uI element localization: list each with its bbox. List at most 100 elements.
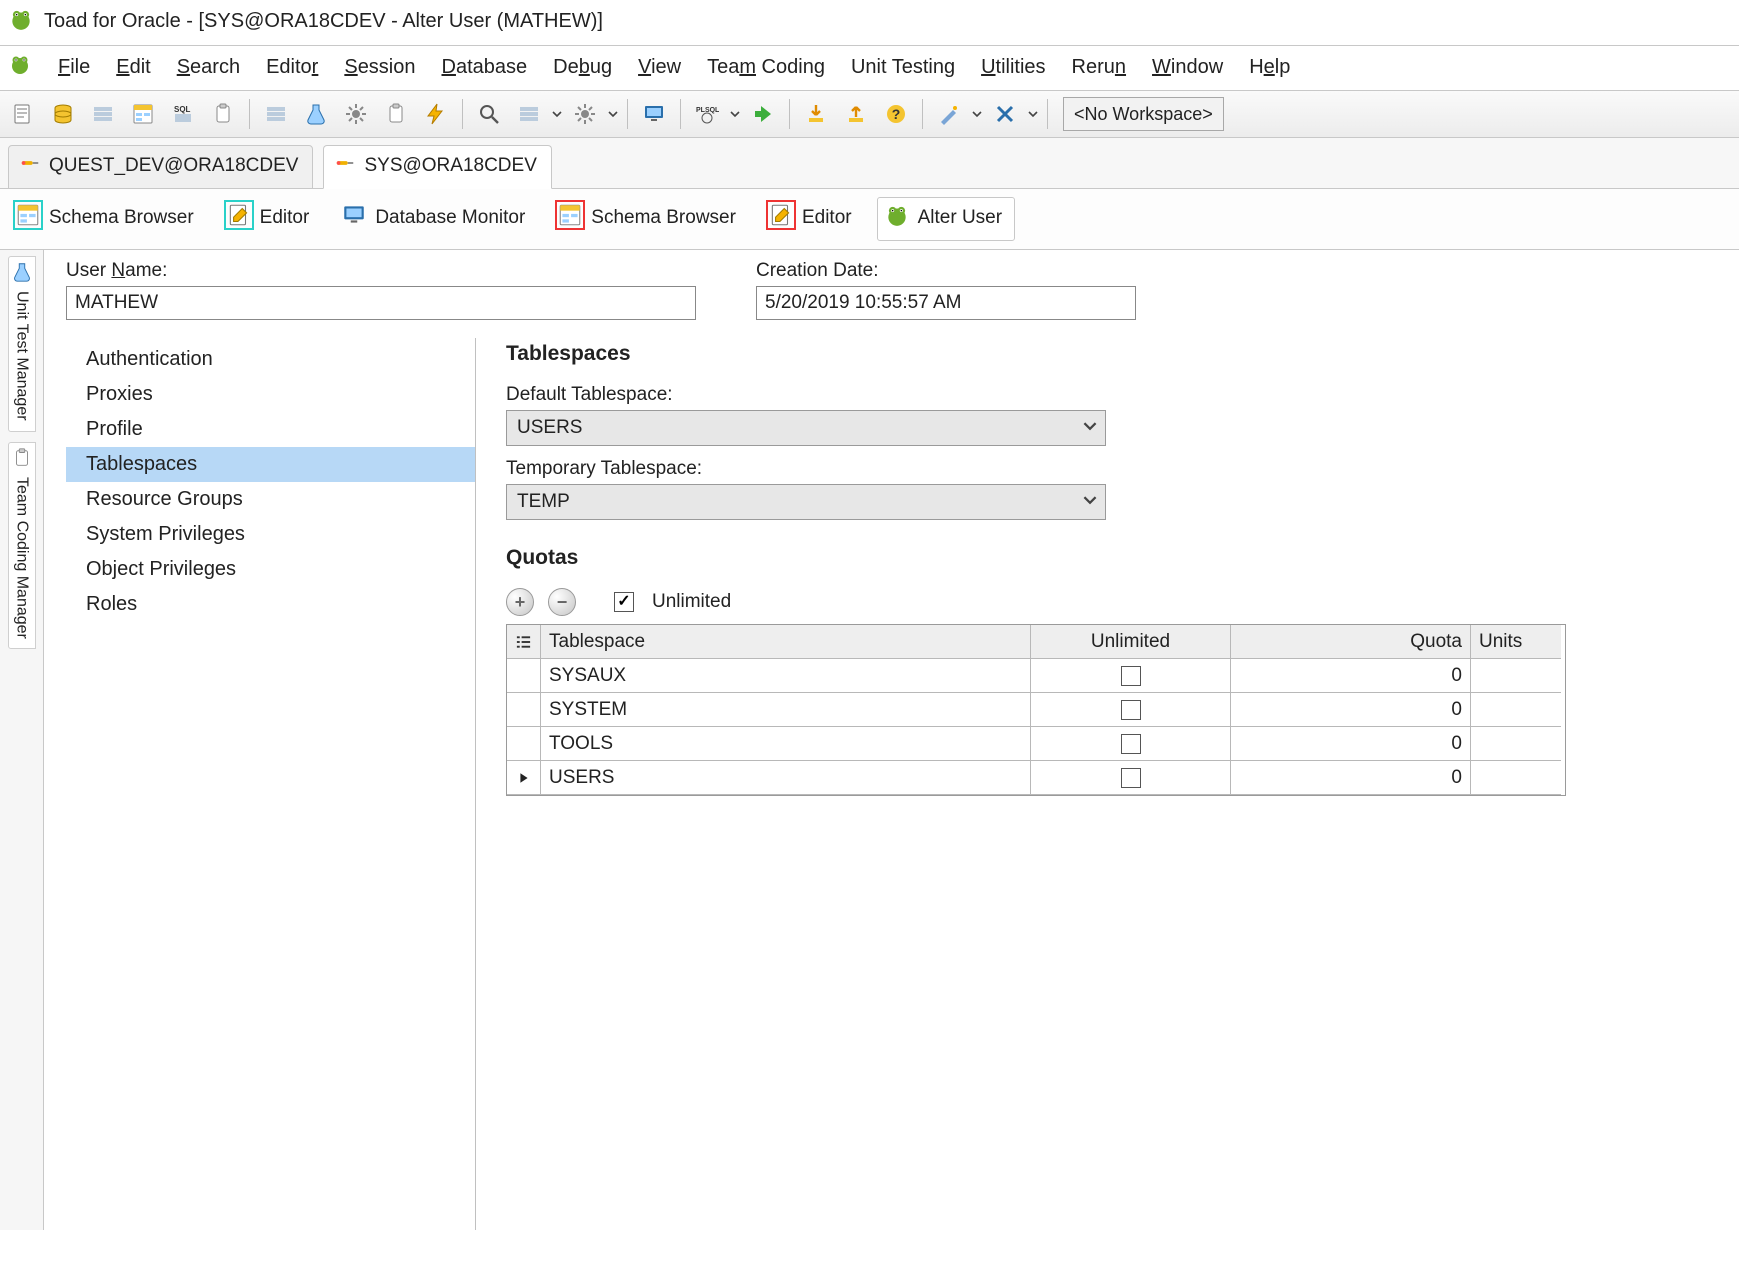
cell-quota[interactable]: 0 xyxy=(1231,727,1471,761)
toolbar-btn-sql[interactable]: SQL xyxy=(166,97,200,131)
menu-session[interactable]: Session xyxy=(344,56,415,79)
toolbar-btn-upload[interactable] xyxy=(839,97,873,131)
toolbar-btn-3[interactable] xyxy=(86,97,120,131)
tab-alter-user[interactable]: Alter User xyxy=(877,197,1015,241)
menu-file[interactable]: File xyxy=(58,56,90,79)
col-quota[interactable]: Quota xyxy=(1231,625,1471,659)
cell-unlimited[interactable] xyxy=(1031,693,1231,727)
add-quota-button[interactable]: + xyxy=(506,588,534,616)
cell-units[interactable] xyxy=(1471,727,1561,761)
nav-item-system-privileges[interactable]: System Privileges xyxy=(66,517,475,552)
nav-item-tablespaces[interactable]: Tablespaces xyxy=(66,447,475,482)
toolbar-btn-6[interactable] xyxy=(206,97,240,131)
cell-tablespace: TOOLS xyxy=(541,727,1031,761)
col-unlimited[interactable]: Unlimited xyxy=(1031,625,1231,659)
toolbar-btn-13[interactable] xyxy=(512,97,546,131)
menu-window[interactable]: Window xyxy=(1152,56,1223,79)
row-unlimited-checkbox[interactable] xyxy=(1121,700,1141,720)
tab-schema-browser-1[interactable]: Schema Browser xyxy=(8,197,207,241)
menu-utilities[interactable]: Utilities xyxy=(981,56,1045,79)
side-tab-unit-test-manager[interactable]: Unit Test Manager xyxy=(8,256,36,432)
tab-editor-1[interactable]: Editor xyxy=(219,197,323,241)
workspace-selector[interactable]: <No Workspace> xyxy=(1063,97,1224,131)
conn-tab-quest-dev[interactable]: QUEST_DEV@ORA18CDEV xyxy=(8,145,313,189)
cell-quota[interactable]: 0 xyxy=(1231,761,1471,795)
toolbar-btn-wand[interactable] xyxy=(932,97,966,131)
toolbar-caret[interactable] xyxy=(608,104,618,124)
cell-quota[interactable]: 0 xyxy=(1231,693,1471,727)
toolbar-btn-flask[interactable] xyxy=(299,97,333,131)
menu-database[interactable]: Database xyxy=(442,56,528,79)
toolbar-btn-plsql[interactable]: PLSQL xyxy=(690,97,724,131)
menu-team-coding[interactable]: Team Coding xyxy=(707,56,825,79)
toolbar-caret[interactable] xyxy=(552,104,562,124)
toolbar-btn-run[interactable] xyxy=(746,97,780,131)
cell-quota[interactable]: 0 xyxy=(1231,659,1471,693)
unlimited-checkbox[interactable] xyxy=(614,592,634,612)
toolbar-btn-10[interactable] xyxy=(379,97,413,131)
row-unlimited-checkbox[interactable] xyxy=(1121,768,1141,788)
cell-unlimited[interactable] xyxy=(1031,761,1231,795)
grid-corner-icon[interactable] xyxy=(507,625,541,659)
unlimited-checkbox-label: Unlimited xyxy=(652,591,731,613)
toolbar-btn-help[interactable] xyxy=(879,97,913,131)
toolbar: SQL PLSQL <No Workspace> xyxy=(0,91,1739,138)
col-tablespace[interactable]: Tablespace xyxy=(541,625,1031,659)
cell-units[interactable] xyxy=(1471,761,1561,795)
toolbar-btn-4[interactable] xyxy=(126,97,160,131)
grid-header: Tablespace Unlimited Quota Units xyxy=(507,625,1565,659)
toolbar-btn-download[interactable] xyxy=(799,97,833,131)
frog-icon xyxy=(884,202,910,234)
nav-item-object-privileges[interactable]: Object Privileges xyxy=(66,552,475,587)
cell-units[interactable] xyxy=(1471,693,1561,727)
menu-search[interactable]: Search xyxy=(177,56,240,79)
nav-item-resource-groups[interactable]: Resource Groups xyxy=(66,482,475,517)
menu-help[interactable]: Help xyxy=(1249,56,1290,79)
menu-rerun[interactable]: Rerun xyxy=(1072,56,1126,79)
conn-tab-sys[interactable]: SYS@ORA18CDEV xyxy=(323,145,551,189)
toolbar-btn-search-db[interactable] xyxy=(472,97,506,131)
menu-view[interactable]: View xyxy=(638,56,681,79)
titlebar: Toad for Oracle - [SYS@ORA18CDEV - Alter… xyxy=(0,0,1739,46)
toolbar-btn-bolt[interactable] xyxy=(419,97,453,131)
default-tablespace-combo[interactable]: USERS xyxy=(506,410,1106,446)
menu-editor[interactable]: Editor xyxy=(266,56,318,79)
toolbar-btn-14[interactable] xyxy=(568,97,602,131)
table-row[interactable]: SYSTEM0 xyxy=(507,693,1565,727)
nav-item-proxies[interactable]: Proxies xyxy=(66,377,475,412)
user-name-input[interactable]: MATHEW xyxy=(66,286,696,320)
toolbar-btn-clear[interactable] xyxy=(988,97,1022,131)
toolbar-btn-1[interactable] xyxy=(6,97,40,131)
nav-item-profile[interactable]: Profile xyxy=(66,412,475,447)
col-units[interactable]: Units xyxy=(1471,625,1561,659)
toolbar-caret[interactable] xyxy=(730,104,740,124)
nav-item-roles[interactable]: Roles xyxy=(66,587,475,622)
cell-units[interactable] xyxy=(1471,659,1561,693)
tab-editor-2[interactable]: Editor xyxy=(761,197,865,241)
toolbar-caret[interactable] xyxy=(972,104,982,124)
table-row[interactable]: USERS0 xyxy=(507,761,1565,795)
default-tablespace-label: Default Tablespace: xyxy=(506,384,1739,406)
tab-database-monitor[interactable]: Database Monitor xyxy=(334,197,538,241)
menu-unit-testing[interactable]: Unit Testing xyxy=(851,56,955,79)
toolbar-sep xyxy=(922,99,923,129)
temp-tablespace-combo[interactable]: TEMP xyxy=(506,484,1106,520)
side-tab-team-coding-manager[interactable]: Team Coding Manager xyxy=(8,442,36,650)
remove-quota-button[interactable]: − xyxy=(548,588,576,616)
toolbar-btn-9[interactable] xyxy=(339,97,373,131)
nav-item-authentication[interactable]: Authentication xyxy=(66,342,475,377)
row-unlimited-checkbox[interactable] xyxy=(1121,666,1141,686)
cell-unlimited[interactable] xyxy=(1031,727,1231,761)
tab-schema-browser-2[interactable]: Schema Browser xyxy=(550,197,749,241)
document-tabs: Schema Browser Editor Database Monitor S… xyxy=(0,189,1739,250)
menu-edit[interactable]: Edit xyxy=(116,56,150,79)
toolbar-btn-15[interactable] xyxy=(637,97,671,131)
row-unlimited-checkbox[interactable] xyxy=(1121,734,1141,754)
table-row[interactable]: SYSAUX0 xyxy=(507,659,1565,693)
toolbar-btn-2[interactable] xyxy=(46,97,80,131)
toolbar-caret[interactable] xyxy=(1028,104,1038,124)
table-row[interactable]: TOOLS 0 xyxy=(507,727,1565,761)
menu-debug[interactable]: Debug xyxy=(553,56,612,79)
toolbar-btn-7[interactable] xyxy=(259,97,293,131)
cell-unlimited[interactable] xyxy=(1031,659,1231,693)
